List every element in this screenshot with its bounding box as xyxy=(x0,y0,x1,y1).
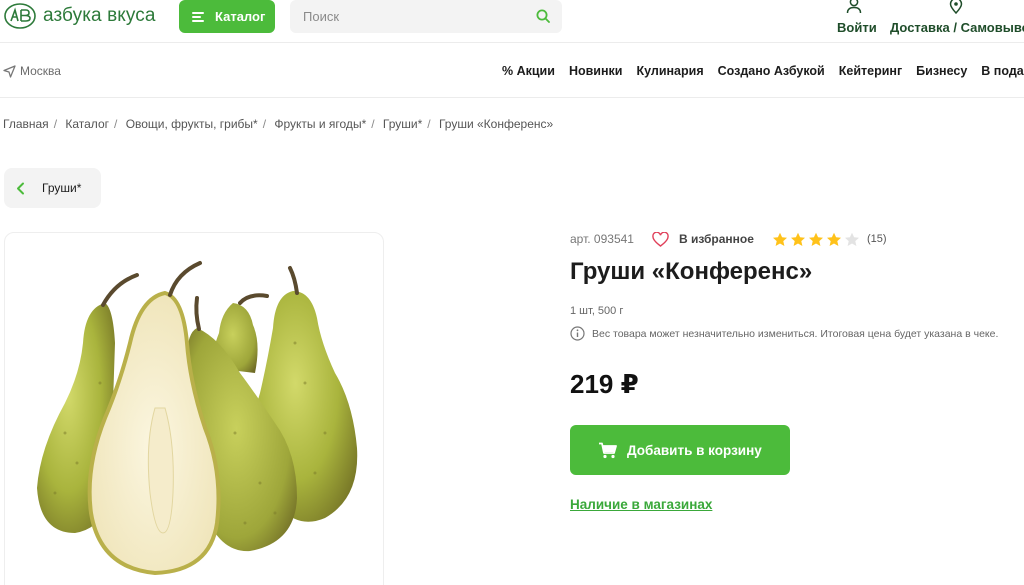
rating-stars xyxy=(772,232,862,247)
nav-item-made-by-azbuka[interactable]: Создано Азбукой xyxy=(718,64,825,78)
favorite-button[interactable]: В избранное xyxy=(652,231,754,247)
product-title: Груши «Конференс» xyxy=(570,258,813,285)
breadcrumb-item[interactable]: Груши* xyxy=(383,117,422,131)
star-icon xyxy=(772,232,787,246)
navigation-arrow-icon xyxy=(3,64,16,78)
city-selector[interactable]: Москва xyxy=(3,64,61,78)
back-to-category-button[interactable]: Груши* xyxy=(4,168,101,208)
favorite-label: В избранное xyxy=(678,232,754,246)
catalog-button[interactable]: Каталог xyxy=(179,0,275,33)
user-icon xyxy=(846,0,862,14)
nav-item-promo[interactable]: % Акции xyxy=(502,64,555,78)
delivery-label: Доставка / Самовывоз xyxy=(890,20,1024,35)
location-pin-icon xyxy=(949,0,963,14)
nav-item-gifts[interactable]: В подарок xyxy=(981,64,1024,78)
nav-item-culinary[interactable]: Кулинария xyxy=(636,64,703,78)
search-icon[interactable] xyxy=(536,9,550,23)
reviews-count[interactable]: (15) xyxy=(867,233,887,245)
star-icon xyxy=(826,232,841,246)
heart-icon xyxy=(652,231,669,247)
weight-notice-text: Вес товара может незначительно изменитьс… xyxy=(592,327,999,340)
nav-item-new[interactable]: Новинки xyxy=(569,64,623,78)
search-input[interactable] xyxy=(290,0,530,33)
add-to-cart-label: Добавить в корзину xyxy=(627,442,762,458)
add-to-cart-button[interactable]: Добавить в корзину xyxy=(570,425,790,475)
product-weight: 1 шт, 500 г xyxy=(570,305,624,317)
star-icon xyxy=(790,232,805,246)
store-availability-link[interactable]: Наличие в магазинах xyxy=(570,497,712,512)
cart-icon xyxy=(599,442,617,458)
breadcrumb-item[interactable]: Фрукты и ягоды* xyxy=(274,117,366,131)
nav-item-business[interactable]: Бизнесу xyxy=(916,64,967,78)
logo-text: азбука вкуса xyxy=(43,5,156,26)
top-nav: Москва % Акции Новинки Кулинария Создано… xyxy=(0,44,1024,98)
breadcrumb-item[interactable]: Овощи, фрукты, грибы* xyxy=(126,117,258,131)
product-page: азбука вкуса Каталог Войти xyxy=(0,0,1024,585)
header: азбука вкуса Каталог Войти xyxy=(0,0,1024,43)
breadcrumb-current: Груши «Конференс» xyxy=(438,117,554,131)
weight-notice: Вес товара может незначительно изменитьс… xyxy=(570,326,998,341)
info-icon xyxy=(570,326,585,341)
catalog-button-label: Каталог xyxy=(215,9,266,24)
breadcrumb: Главная / Каталог / Овощи, фрукты, грибы* /… xyxy=(3,117,554,131)
city-label: Москва xyxy=(20,64,61,78)
logo[interactable]: азбука вкуса xyxy=(3,2,156,30)
breadcrumb-item[interactable]: Каталог xyxy=(65,117,109,131)
logo-icon xyxy=(4,3,36,29)
star-icon xyxy=(844,232,859,246)
breadcrumb-item[interactable]: Главная xyxy=(3,117,49,131)
nav-menu: % Акции Новинки Кулинария Создано Азбуко… xyxy=(502,64,1024,78)
product-sku: арт. 093541 xyxy=(570,232,634,246)
delivery-link[interactable]: Доставка / Самовывоз xyxy=(890,0,1024,40)
product-meta: арт. 093541 В избранное (15) xyxy=(570,229,887,249)
search-box xyxy=(290,0,562,33)
chevron-left-icon xyxy=(17,182,24,194)
login-link[interactable]: Войти xyxy=(836,0,877,40)
nav-item-catering[interactable]: Кейтеринг xyxy=(839,64,902,78)
login-label: Войти xyxy=(837,20,877,35)
back-chip-label: Груши* xyxy=(42,181,82,195)
star-icon xyxy=(808,232,823,246)
burger-icon xyxy=(192,11,204,22)
product-price: 219 ₽ xyxy=(570,369,639,399)
pears-image xyxy=(37,261,358,576)
product-image[interactable] xyxy=(4,232,384,585)
